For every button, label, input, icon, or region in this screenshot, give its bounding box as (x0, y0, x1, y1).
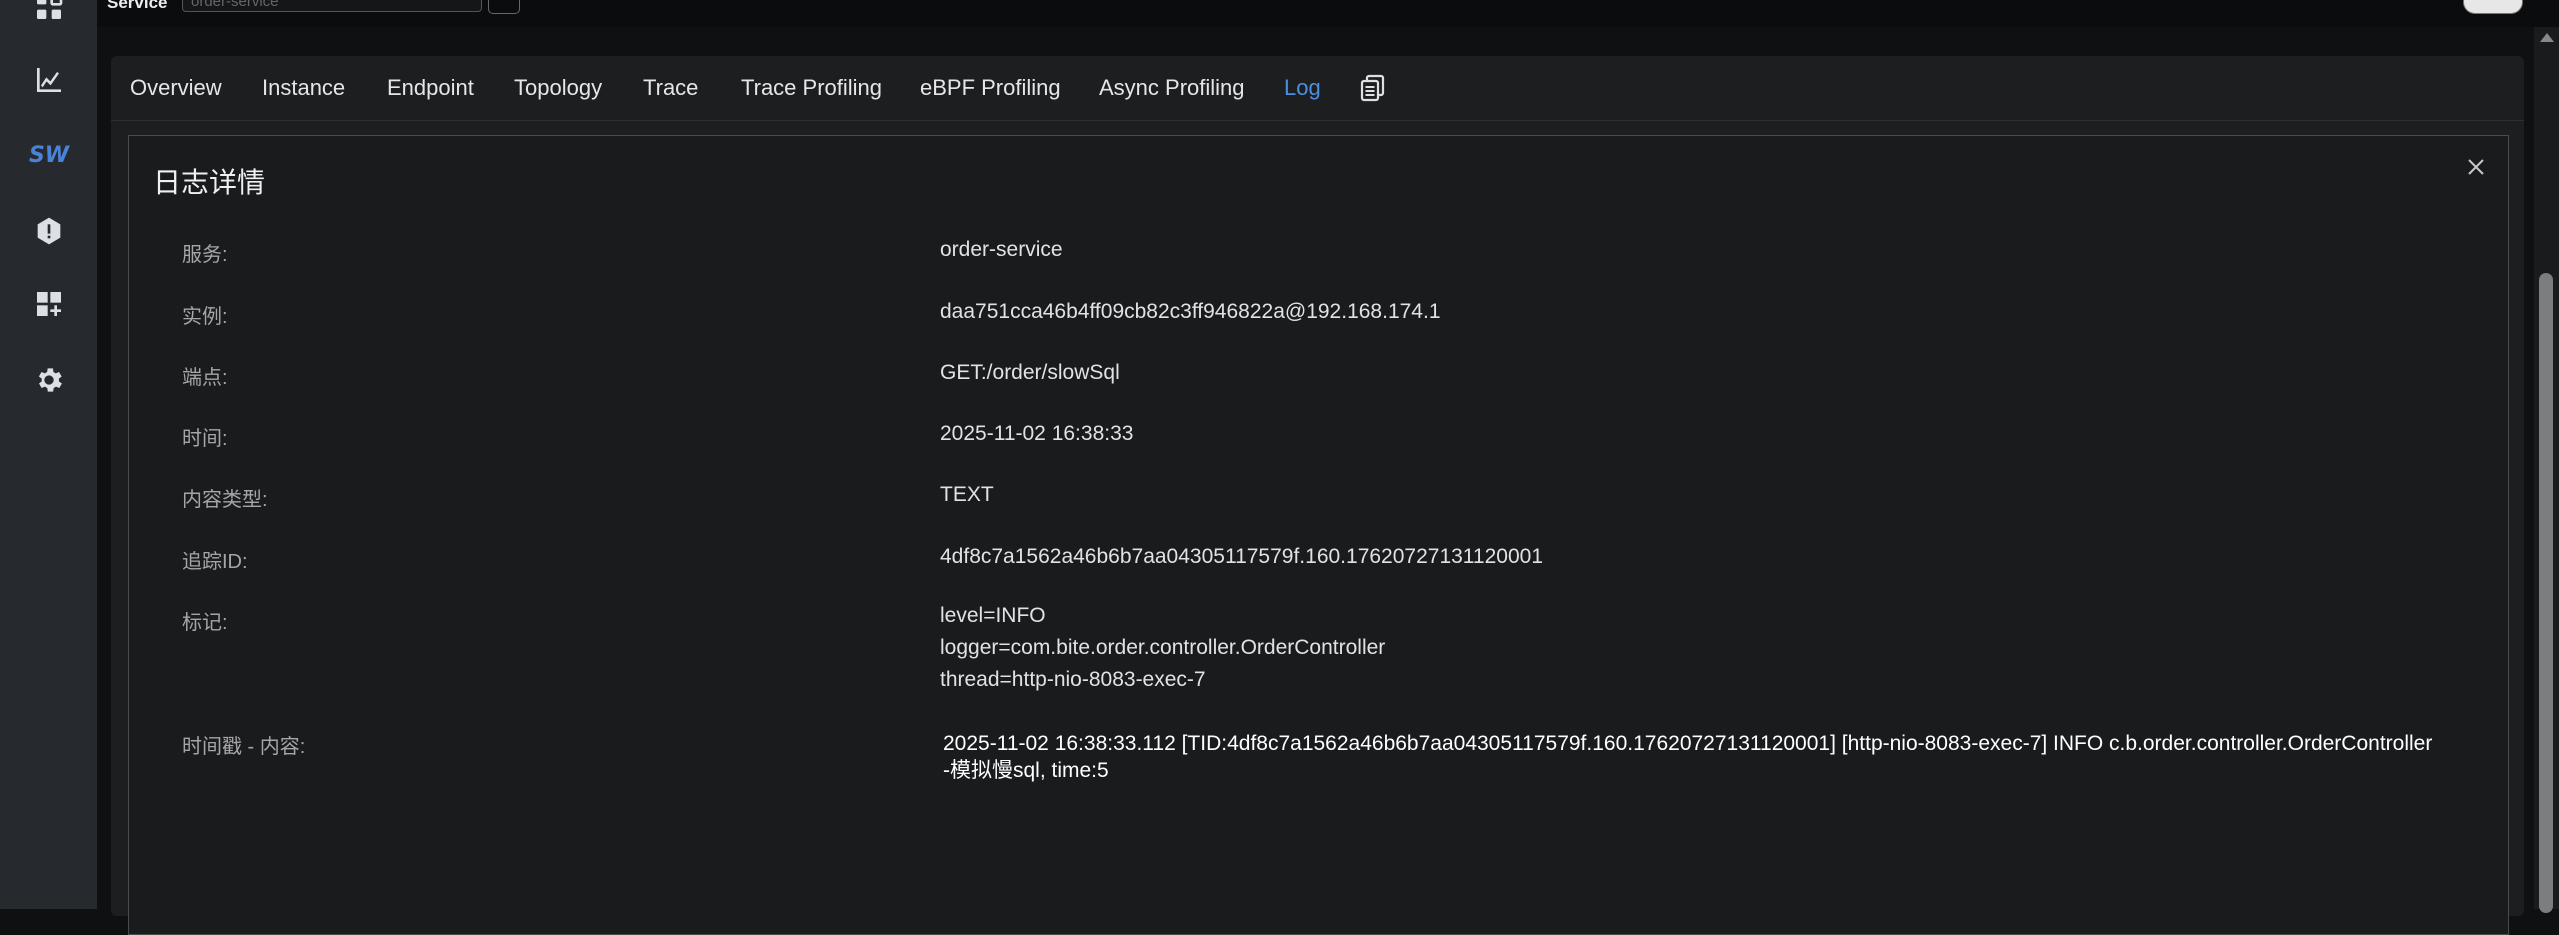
tags-label: 标记: (182, 612, 228, 634)
theme-toggle[interactable] (2463, 0, 2523, 14)
alarm-icon[interactable] (30, 212, 68, 250)
field-label: 时间: (182, 428, 228, 450)
tab-bar: Overview Instance Endpoint Topology Trac… (111, 56, 2524, 121)
tab-ebpf-profiling[interactable]: eBPF Profiling (920, 75, 1061, 101)
content-label: 时间戳 - 内容: (182, 736, 306, 758)
grid-view-button[interactable] (488, 0, 520, 14)
tag-item: thread=http-nio-8083-exec-7 (940, 668, 1206, 691)
add-widget-icon[interactable] (30, 285, 68, 323)
field-value: 4df8c7a1562a46b6b7aa04305117579f.160.176… (940, 545, 1544, 568)
field-label: 实例: (182, 306, 228, 328)
tab-topology[interactable]: Topology (514, 75, 602, 101)
scrollbar-thumb[interactable] (2539, 273, 2553, 913)
log-content: 2025-11-02 16:38:33.112 [TID:4df8c7a1562… (943, 732, 2433, 782)
copy-icon[interactable] (1360, 74, 1386, 102)
chart-icon[interactable] (30, 61, 68, 99)
field-value: 2025-11-02 16:38:33 (940, 422, 1134, 445)
tab-async-profiling[interactable]: Async Profiling (1099, 75, 1245, 101)
tab-overview[interactable]: Overview (130, 75, 222, 101)
log-detail-dialog: 日志详情 服务: order-service 实例: daa751cca46b4… (128, 135, 2509, 935)
top-toolbar: Service order-service (97, 0, 2559, 27)
service-select[interactable]: order-service (182, 0, 482, 12)
close-icon[interactable] (2465, 156, 2487, 178)
scroll-up-icon[interactable] (2540, 33, 2554, 42)
tags-list: level=INFO logger=com.bite.order.control… (940, 600, 1385, 696)
tab-trace[interactable]: Trace (643, 75, 698, 101)
side-nav: SW (0, 0, 97, 909)
field-value: TEXT (940, 483, 994, 506)
field-value: GET:/order/slowSql (940, 361, 1120, 384)
tab-instance[interactable]: Instance (262, 75, 345, 101)
service-label: Service (107, 0, 168, 12)
tab-endpoint[interactable]: Endpoint (387, 75, 474, 101)
tag-item: level=INFO (940, 604, 1046, 627)
tab-trace-profiling[interactable]: Trace Profiling (741, 75, 882, 101)
field-value: order-service (940, 238, 1063, 261)
main-panel: Overview Instance Endpoint Topology Trac… (111, 56, 2524, 935)
dialog-title: 日志详情 (153, 167, 266, 198)
field-label: 内容类型: (182, 489, 268, 511)
field-label: 服务: (182, 244, 228, 266)
field-label: 追踪ID: (182, 551, 248, 573)
dashboard-icon[interactable] (30, 0, 68, 26)
settings-icon[interactable] (30, 361, 68, 399)
tab-log[interactable]: Log (1284, 75, 1321, 101)
sw-logo[interactable]: SW (29, 136, 69, 174)
field-value: daa751cca46b4ff09cb82c3ff946822a@192.168… (940, 300, 1441, 323)
page-scrollbar[interactable] (2534, 27, 2559, 913)
tag-item: logger=com.bite.order.controller.OrderCo… (940, 636, 1386, 659)
field-label: 端点: (182, 367, 228, 389)
